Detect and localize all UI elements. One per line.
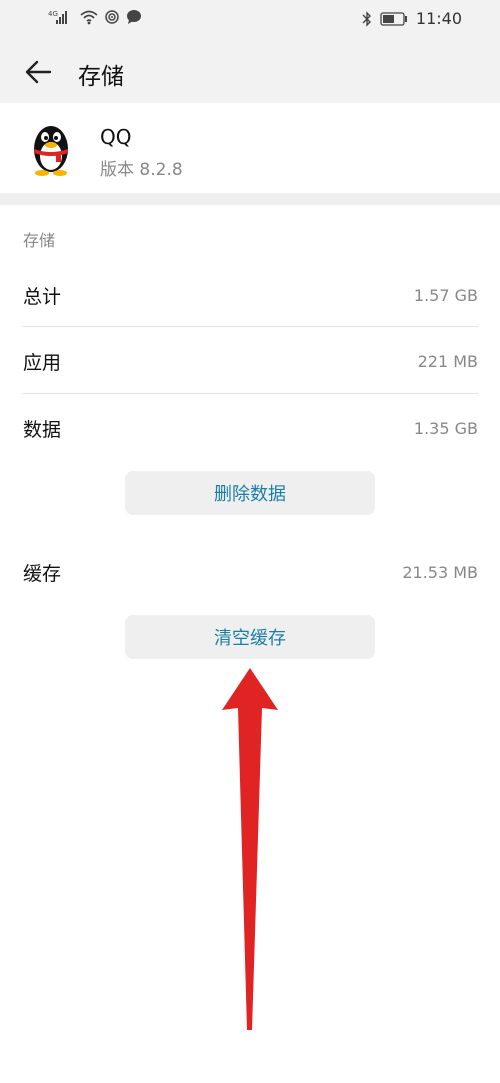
signal-icon: 4G xyxy=(48,10,67,24)
status-icons-right: 11:40 xyxy=(362,9,462,28)
section-divider xyxy=(0,193,500,205)
row-label: 缓存 xyxy=(23,562,62,585)
row-value: 1.57 GB xyxy=(413,285,478,305)
row-value: 221 MB xyxy=(417,351,478,371)
storage-row-data: 数据 1.35 GB xyxy=(23,395,478,461)
header: 存储 xyxy=(0,40,500,103)
status-bar: 4G 11:40 xyxy=(0,0,500,40)
row-label: 数据 xyxy=(23,418,62,441)
back-arrow-icon xyxy=(25,60,52,84)
row-label: 应用 xyxy=(23,351,62,374)
wifi-icon xyxy=(80,10,98,25)
battery-icon xyxy=(380,11,407,26)
svg-text:4G: 4G xyxy=(48,10,58,18)
storage-row-app: 应用 221 MB xyxy=(23,328,478,394)
row-divider xyxy=(23,326,478,327)
back-button[interactable] xyxy=(18,52,58,92)
delete-data-button[interactable]: 删除数据 xyxy=(125,471,375,515)
storage-row-cache: 缓存 21.53 MB xyxy=(23,539,478,605)
row-label: 总计 xyxy=(23,285,62,308)
app-name: QQ xyxy=(100,125,132,149)
hotspot-icon xyxy=(105,10,119,24)
status-time: 11:40 xyxy=(415,9,462,28)
section-label-storage: 存储 xyxy=(23,231,56,250)
row-value: 21.53 MB xyxy=(402,562,478,582)
screen: 4G 11:40 存储 QQ 版本 8.2.8 存储 总计 1.57 GB 应用… xyxy=(0,0,500,1083)
bluetooth-icon xyxy=(362,10,371,27)
clear-cache-button[interactable]: 清空缓存 xyxy=(125,615,375,659)
status-icons-left: 4G xyxy=(48,9,142,25)
page-title: 存储 xyxy=(78,64,124,90)
chat-notification-icon xyxy=(127,10,141,24)
qq-penguin-icon xyxy=(34,126,68,176)
row-value: 1.35 GB xyxy=(413,418,478,438)
row-divider xyxy=(23,393,478,394)
storage-row-total: 总计 1.57 GB xyxy=(23,262,478,328)
app-info: QQ 版本 8.2.8 xyxy=(0,103,500,193)
app-version: 版本 8.2.8 xyxy=(100,160,183,180)
